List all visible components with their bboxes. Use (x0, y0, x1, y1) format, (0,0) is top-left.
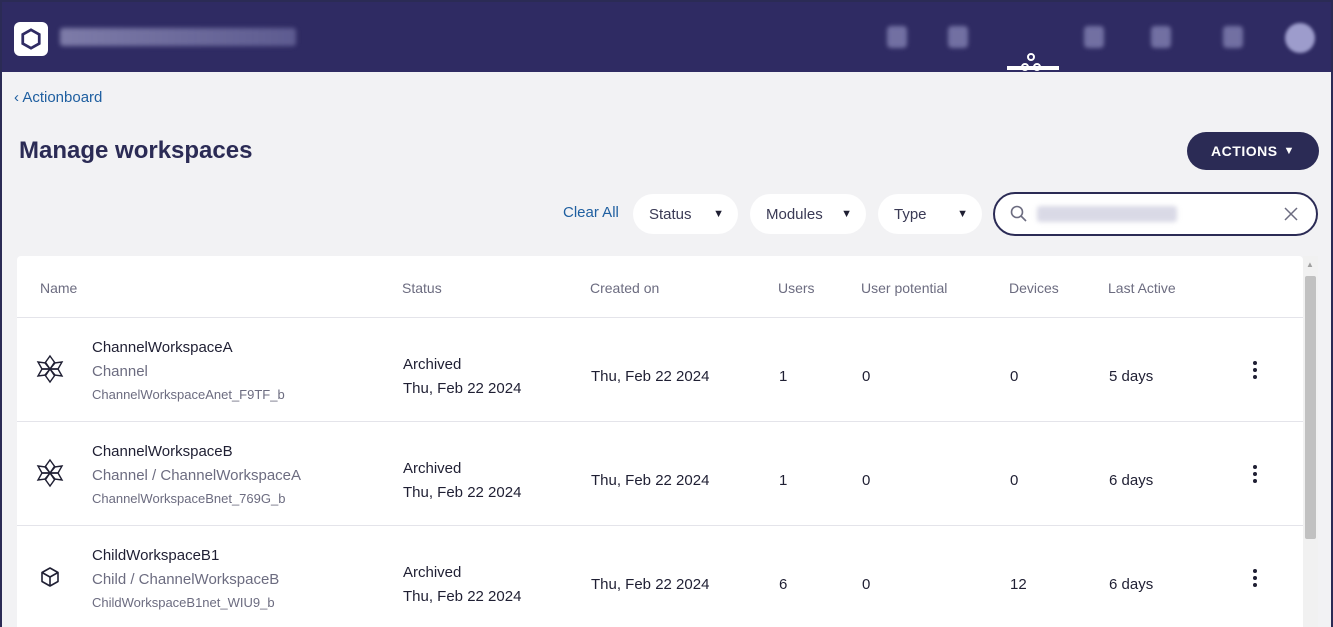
child-workspace-icon (41, 567, 59, 587)
channel-workspace-icon (36, 458, 64, 488)
users-cell: 6 (779, 576, 788, 593)
status-cell: Archived (403, 564, 462, 581)
column-header-created[interactable]: Created on (590, 280, 659, 296)
modules-filter-label: Modules (766, 205, 823, 223)
row-menu-icon[interactable] (1245, 566, 1265, 590)
status-cell: Archived (403, 460, 462, 477)
column-header-status[interactable]: Status (402, 280, 442, 296)
caret-down-icon: ▼ (841, 208, 852, 220)
users-cell: 1 (779, 472, 788, 489)
caret-down-icon: ▼ (957, 208, 968, 220)
gear-icon[interactable] (1223, 26, 1243, 48)
type-filter-label: Type (894, 205, 927, 223)
workspaces-table: Name Status Created on Users User potent… (17, 256, 1303, 627)
workspace-net-id: ChildWorkspaceB1net_WIU9_b (92, 595, 275, 610)
status-cell: Archived (403, 356, 462, 373)
table-row[interactable]: ChildWorkspaceB1 Child / ChannelWorkspac… (17, 526, 1303, 627)
column-header-last-active[interactable]: Last Active (1108, 280, 1176, 296)
scroll-up-icon[interactable]: ▲ (1306, 260, 1314, 269)
search-input[interactable] (993, 192, 1318, 236)
user-potential-cell: 0 (862, 576, 871, 593)
status-filter-dropdown[interactable]: Status ▼ (633, 194, 738, 234)
row-menu-icon[interactable] (1245, 462, 1265, 486)
rocket-icon[interactable] (1084, 26, 1104, 48)
status-filter-label: Status (649, 205, 692, 223)
column-header-devices[interactable]: Devices (1009, 280, 1059, 296)
status-date-cell: Thu, Feb 22 2024 (403, 484, 522, 501)
row-menu-icon[interactable] (1245, 358, 1265, 382)
workspace-type: Channel / ChannelWorkspaceA (92, 467, 302, 484)
last-active-cell: 5 days (1109, 368, 1154, 385)
app-logo[interactable] (14, 22, 48, 56)
workspace-net-id: ChannelWorkspaceAnet_F9TF_b (92, 387, 285, 402)
created-cell: Thu, Feb 22 2024 (591, 472, 710, 489)
devices-cell: 12 (1010, 576, 1027, 593)
close-icon[interactable] (1280, 203, 1302, 225)
workspace-name[interactable]: ChannelWorkspaceB (92, 443, 233, 460)
table-scrollbar[interactable]: ▲ (1303, 256, 1318, 627)
page-title: Manage workspaces (19, 137, 253, 164)
last-active-cell: 6 days (1109, 472, 1154, 489)
hexagon-logo-icon (21, 28, 41, 50)
column-header-users[interactable]: Users (778, 280, 815, 296)
created-cell: Thu, Feb 22 2024 (591, 576, 710, 593)
type-filter-dropdown[interactable]: Type ▼ (878, 194, 982, 234)
table-row[interactable]: ChannelWorkspaceB Channel / ChannelWorks… (17, 422, 1303, 526)
devices-cell: 0 (1010, 472, 1019, 489)
document-icon[interactable] (1151, 26, 1171, 48)
search-icon (1010, 205, 1027, 222)
created-cell: Thu, Feb 22 2024 (591, 368, 710, 385)
workspace-name[interactable]: ChannelWorkspaceA (92, 339, 233, 356)
status-date-cell: Thu, Feb 22 2024 (403, 588, 522, 605)
app-frame: ‹ Actionboard Manage workspaces ACTIONS … (0, 0, 1333, 627)
top-nav-bar (2, 2, 1331, 74)
modules-filter-dropdown[interactable]: Modules ▼ (750, 194, 866, 234)
caret-down-icon: ▼ (1283, 145, 1295, 157)
caret-down-icon: ▼ (713, 208, 724, 220)
actions-button[interactable]: ACTIONS ▼ (1187, 132, 1319, 170)
workspace-type: Channel (92, 363, 148, 380)
clear-all-link[interactable]: Clear All (563, 204, 619, 221)
workspace-net-id: ChannelWorkspaceBnet_769G_b (92, 491, 286, 506)
user-potential-cell: 0 (862, 472, 871, 489)
table-header: Name Status Created on Users User potent… (17, 256, 1303, 318)
search-value (1037, 206, 1177, 222)
workspace-name[interactable]: ChildWorkspaceB1 (92, 547, 219, 564)
table-row[interactable]: ChannelWorkspaceA Channel ChannelWorkspa… (17, 318, 1303, 422)
users-cell: 1 (779, 368, 788, 385)
status-date-cell: Thu, Feb 22 2024 (403, 380, 522, 397)
column-header-user-potential[interactable]: User potential (861, 280, 947, 296)
last-active-cell: 6 days (1109, 576, 1154, 593)
column-header-name[interactable]: Name (40, 280, 77, 296)
channel-workspace-icon (36, 354, 64, 384)
actions-label: ACTIONS (1211, 143, 1278, 159)
monitor-icon[interactable] (887, 26, 907, 48)
user-avatar[interactable] (1285, 23, 1315, 53)
bell-icon[interactable] (948, 26, 968, 48)
active-tab-indicator (1007, 66, 1059, 70)
workspace-type: Child / ChannelWorkspaceB (92, 571, 280, 588)
user-potential-cell: 0 (862, 368, 871, 385)
scrollbar-thumb[interactable] (1305, 276, 1316, 539)
workspaces-icon[interactable] (1020, 52, 1041, 74)
breadcrumb-actionboard[interactable]: ‹ Actionboard (14, 89, 102, 106)
channel-name[interactable] (60, 28, 296, 46)
devices-cell: 0 (1010, 368, 1019, 385)
